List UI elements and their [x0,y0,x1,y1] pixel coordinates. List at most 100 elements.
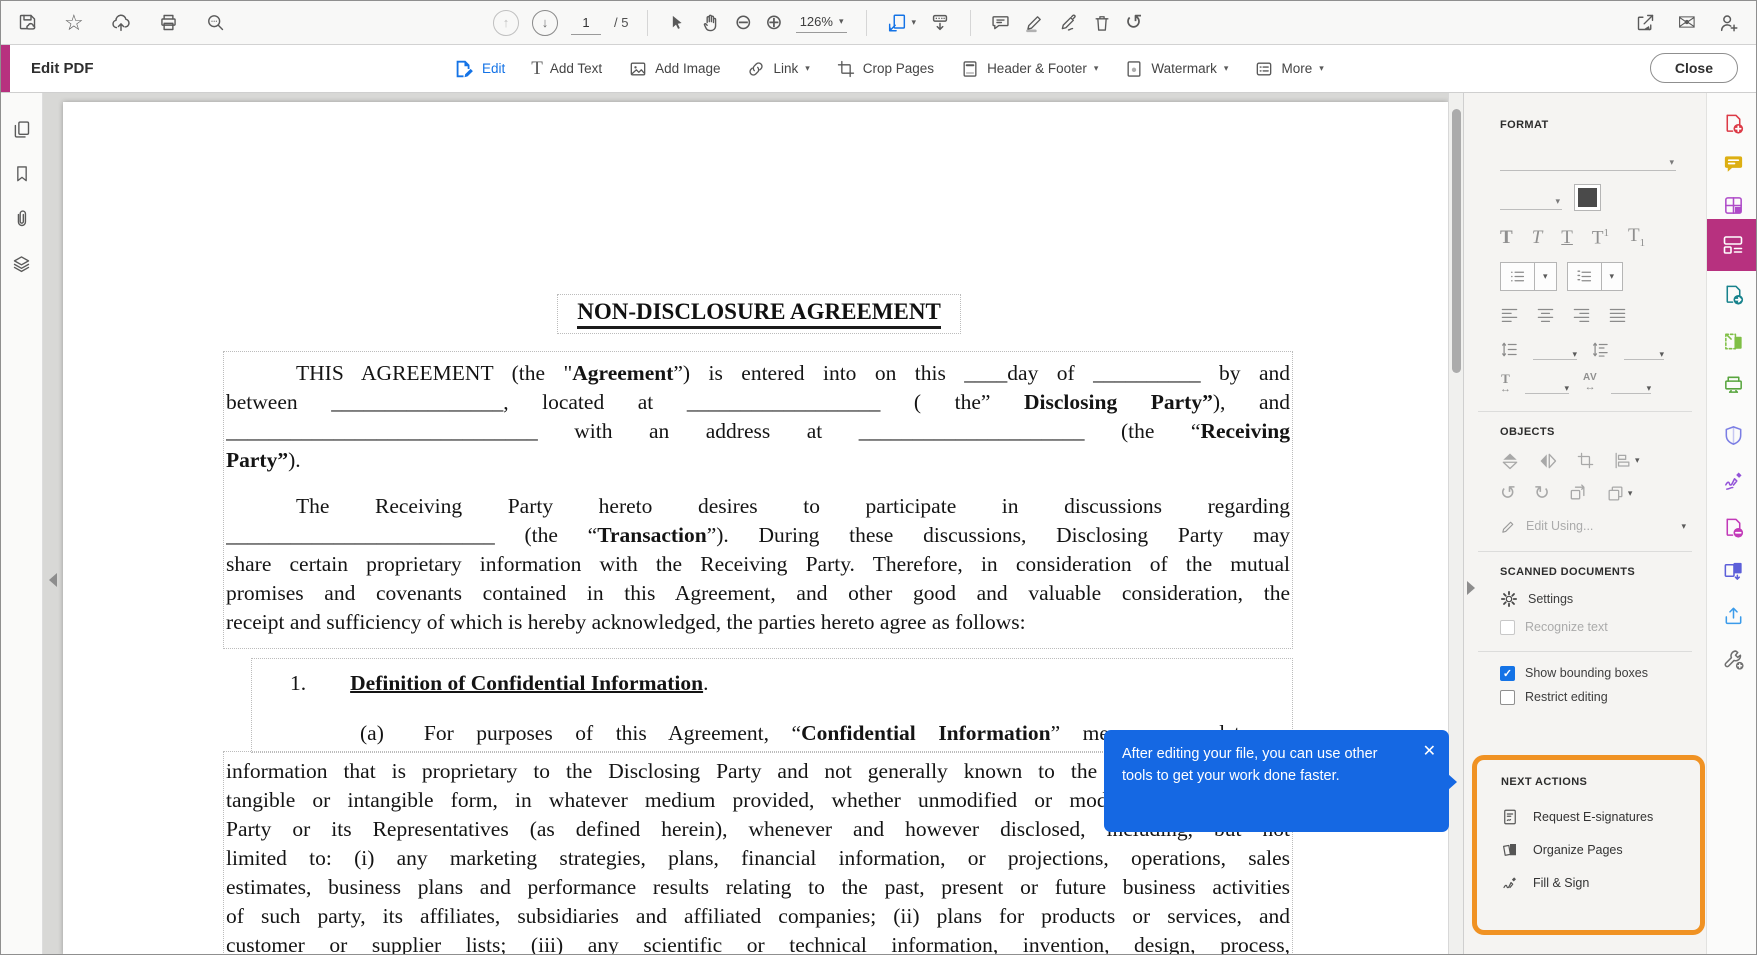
doc-text-segment [384,719,424,748]
numbered-list-control[interactable]: ▾ [1567,262,1624,291]
edit-label: Edit [482,61,505,76]
crop-pages-button[interactable]: Crop Pages [836,59,934,79]
attachments-icon[interactable] [11,208,32,229]
font-family-select[interactable]: ▾ [1500,146,1676,171]
caret-down-icon[interactable]: ▾ [1681,522,1686,531]
title-text-box[interactable]: NON-DISCLOSURE AGREEMENT [557,294,961,334]
font-color-swatch[interactable] [1574,184,1601,211]
scan-ocr-icon[interactable] [1721,372,1745,396]
vertical-scrollbar[interactable] [1448,93,1463,955]
horizontal-scale-select[interactable]: ▾ [1525,373,1569,394]
scroll-mode-icon[interactable] [929,12,951,34]
share-link-icon[interactable] [1635,12,1656,33]
italic-button[interactable]: T [1532,228,1543,247]
delete-icon[interactable] [1092,13,1112,33]
document-line: of such party, its affiliates, subsidiar… [226,902,1290,931]
caret-down-icon: ▾ [839,17,844,26]
bullet-list-control[interactable]: ▾ [1500,262,1557,291]
fill-sign-tool-icon[interactable] [1721,468,1745,492]
line-spacing-select[interactable]: ▾ [1533,339,1577,360]
highlighter-icon[interactable] [1024,12,1045,33]
align-left-icon[interactable] [1500,307,1519,323]
mail-icon[interactable]: ✉ [1678,12,1696,34]
save-icon[interactable] [17,12,38,33]
search-icon[interactable] [205,12,226,33]
organize-pages-button[interactable]: Organize Pages [1501,841,1700,859]
align-objects-control[interactable]: ▾ [1613,451,1640,470]
expand-right-panel-icon[interactable] [1467,581,1475,595]
create-pdf-icon[interactable] [1721,111,1745,135]
settings-button[interactable]: Settings [1528,592,1573,606]
comment-tool-icon[interactable] [1721,152,1745,176]
bold-button[interactable]: T [1500,228,1513,247]
numbered-list-icon [1568,263,1601,290]
font-size-select[interactable]: ▾ [1500,185,1562,210]
zoom-in-circle-icon[interactable]: ⊕ [765,12,783,33]
superscript-button[interactable]: T1 [1592,228,1609,247]
sign-pen-icon[interactable] [1058,12,1079,33]
print-icon[interactable] [158,12,179,33]
comment-icon[interactable] [990,12,1011,33]
edit-mode-button[interactable]: Edit [453,58,505,80]
fit-page-icon[interactable]: ▾ [886,12,916,34]
recognize-text-checkbox[interactable] [1500,620,1515,635]
paragraph-spacing-select[interactable]: ▾ [1624,339,1664,360]
compare-files-icon[interactable] [1721,558,1745,582]
caret-down-icon: ▾ [1669,158,1674,167]
close-icon[interactable]: ✕ [1423,740,1436,764]
flip-vertical-icon[interactable] [1500,451,1520,471]
page-down-icon[interactable]: ↓ [532,10,558,36]
scrollbar-thumb[interactable] [1452,109,1461,373]
add-person-icon[interactable] [1718,12,1740,34]
replace-image-icon[interactable] [1568,483,1588,503]
link-button[interactable]: Link ▾ [746,59,809,79]
add-image-button[interactable]: Add Image [628,59,720,79]
edit-pdf-tool-active[interactable] [1707,219,1757,271]
align-center-icon[interactable] [1536,307,1555,323]
zoom-level-select[interactable]: 126% ▾ [796,12,848,33]
align-right-icon[interactable] [1572,307,1591,323]
align-justify-icon[interactable] [1608,307,1627,323]
underline-button[interactable]: T [1561,228,1573,247]
more-button[interactable]: More ▾ [1254,59,1323,79]
hand-tool-icon[interactable] [700,12,721,33]
organize-pages-tool-icon[interactable] [1721,329,1745,353]
restore-icon[interactable]: ↺ [1125,12,1143,33]
page-number-input[interactable] [571,10,601,35]
export-pdf-icon[interactable] [1721,282,1745,306]
divider [647,10,648,36]
layers-icon[interactable] [11,253,32,274]
collapse-left-panel-icon[interactable] [49,573,57,587]
fill-sign-button[interactable]: Fill & Sign [1501,874,1700,892]
char-spacing-select[interactable]: ▾ [1611,373,1651,394]
header-footer-button[interactable]: Header & Footer ▾ [960,59,1098,79]
request-esignatures-button[interactable]: Request E-signatures [1501,808,1700,826]
rotate-right-icon[interactable]: ↻ [1534,482,1550,505]
arrange-control[interactable]: ▾ [1606,484,1633,503]
show-bounding-boxes-checkbox[interactable]: ✓ [1500,666,1515,681]
more-tools-icon[interactable] [1721,647,1745,671]
share-cloud-icon[interactable] [110,12,132,34]
share-tool-icon[interactable] [1721,603,1745,627]
doc-text-segment: Disclosing Party” [1024,390,1213,414]
combine-files-icon[interactable] [1721,193,1745,217]
page-up-icon[interactable]: ↑ [493,10,519,36]
protect-shield-icon[interactable] [1721,423,1745,447]
flip-horizontal-icon[interactable] [1538,451,1558,471]
watermark-button[interactable]: Watermark ▾ [1124,59,1228,79]
intro-text-box[interactable]: THIS AGREEMENT (the "Agreement”) is ente… [223,351,1293,649]
restrict-editing-checkbox[interactable] [1500,690,1515,705]
page-thumbnails-icon[interactable] [11,119,32,140]
crop-object-icon[interactable] [1576,451,1595,470]
rotate-left-icon[interactable]: ↺ [1500,482,1516,505]
zoom-out-circle-icon[interactable]: ⊖ [734,12,752,33]
close-button[interactable]: Close [1650,53,1738,83]
add-text-button[interactable]: T Add Text [531,59,602,78]
edit-using-button[interactable]: ▾ Edit Using... [1500,518,1593,535]
select-tool-icon[interactable] [667,13,687,33]
bookmarks-icon[interactable] [12,164,32,184]
compress-pdf-icon[interactable] [1721,515,1745,539]
document-line: between ________________, located at ___… [226,388,1290,417]
star-icon[interactable]: ☆ [64,12,84,34]
subscript-button[interactable]: T1 [1628,226,1645,249]
